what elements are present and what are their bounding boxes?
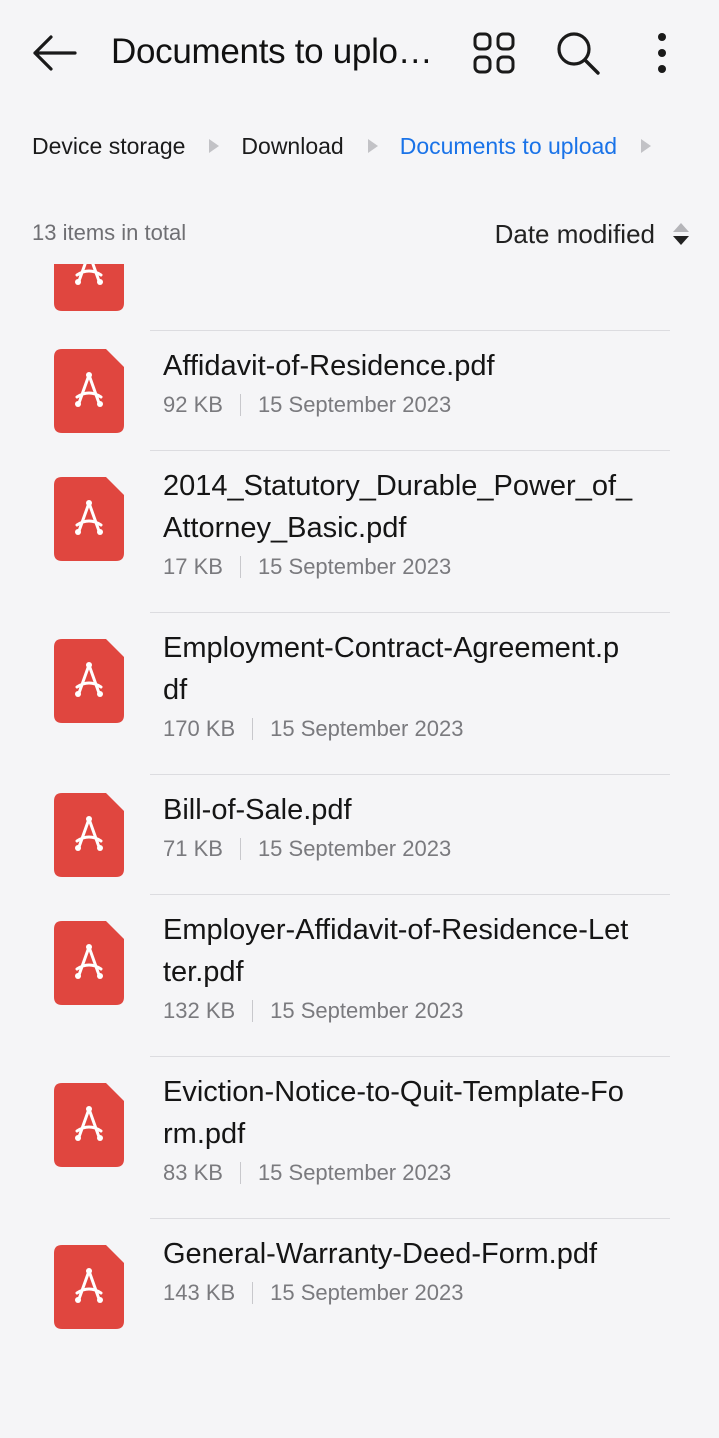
list-item[interactable]: Eviction-Notice-to-Quit-Template-Form.pd… [0,1057,719,1219]
file-size: 92 KB [163,392,223,417]
pdf-file-icon [54,1083,124,1167]
grid-view-icon [473,32,515,74]
page-title: Documents to uplo… [111,32,433,71]
file-name: 2014_Statutory_Durable_Power_of_Attorney… [163,470,633,544]
file-text: Employer-Affidavit-of-Residence-Letter.p… [163,909,633,1027]
file-date: 15 September 2023 [270,998,464,1023]
search-button[interactable] [553,28,603,78]
meta-separator [252,1000,254,1022]
list-item[interactable]: Affidavit-of-Residence.pdf 92 KB 15 Septem… [0,331,719,451]
file-size: 132 KB [163,998,236,1023]
file-meta: 71 KB 15 September 2023 [163,833,633,865]
back-button[interactable] [26,28,82,78]
back-arrow-icon [33,35,77,71]
file-name: Employment-Contract-Agreement.pdf [163,632,620,706]
file-text: Bill-of-Sale.pdf 71 KB 15 September 2023 [163,789,633,865]
more-vert-icon [658,33,666,73]
file-size: 17 KB [163,554,223,579]
breadcrumb-item-current[interactable]: Documents to upload [400,133,617,160]
search-icon [557,32,600,75]
breadcrumb-separator-icon [367,139,378,153]
file-name: Affidavit-of-Residence.pdf [163,350,495,382]
pdf-file-icon [54,349,124,433]
sort-order-icon [673,223,689,245]
file-size: 170 KB [163,716,236,741]
file-text: Affidavit-of-Residence.pdf 92 KB 15 Septem… [163,345,633,421]
list-item[interactable]: Bill-of-Sale.pdf 71 KB 15 September 2023 [0,775,719,895]
file-name: Eviction-Notice-to-Quit-Template-Form.pd… [163,1076,624,1150]
list-item[interactable]: General-Warranty-Deed-Form.pdf 143 KB 15 S… [0,1219,719,1381]
file-name: Employer-Affidavit-of-Residence-Letter.p… [163,914,629,988]
breadcrumb-separator-icon [641,139,652,153]
file-meta: 83 KB 15 September 2023 [163,1157,633,1189]
pdf-file-icon [54,1245,124,1329]
file-date: 15 September 2023 [270,1280,464,1305]
breadcrumb: Device storage Download Documents to upl… [32,128,673,164]
file-text: 2014_Statutory_Durable_Power_of_Attorney… [163,465,633,583]
top-app-bar: Documents to uplo… [0,0,719,106]
breadcrumb-item-device-storage[interactable]: Device storage [32,133,185,160]
file-text: Eviction-Notice-to-Quit-Template-Form.pd… [163,1071,633,1189]
pdf-file-icon [54,264,124,311]
file-date: 15 September 2023 [257,392,452,417]
sort-button[interactable]: Date modified [495,216,689,252]
list-item[interactable]: Employment-Contract-Agreement.pdf 170 KB 1… [0,613,719,775]
file-date: 15 September 2023 [270,716,464,741]
pdf-file-icon [54,639,124,723]
file-size: 71 KB [163,836,223,861]
list-item[interactable]: 2.1 MB17 November 2023 [0,264,719,331]
file-text: Employment-Contract-Agreement.pdf 170 KB 1… [163,627,633,745]
file-size: 143 KB [163,1280,236,1305]
meta-separator [239,394,241,416]
list-item[interactable]: 2014_Statutory_Durable_Power_of_Attorney… [0,451,719,613]
grid-view-button[interactable] [469,28,519,78]
pdf-file-icon [54,793,124,877]
list-item[interactable]: Employer-Affidavit-of-Residence-Letter.p… [0,895,719,1057]
breadcrumb-item-download[interactable]: Download [241,133,343,160]
list-summary-bar: 13 items in total Date modified [0,212,719,256]
file-date: 15 September 2023 [257,1160,452,1185]
sort-label: Date modified [494,218,655,249]
pdf-file-icon [54,477,124,561]
breadcrumb-separator-icon [209,139,220,153]
meta-separator [252,1282,254,1304]
meta-separator [239,556,241,578]
item-count: 13 items in total [32,220,187,245]
file-meta: 143 KB 15 September 2023 [163,1277,633,1309]
file-name: General-Warranty-Deed-Form.pdf [163,1238,598,1270]
meta-separator [239,838,241,860]
file-meta: 17 KB 15 September 2023 [163,551,633,583]
more-options-button[interactable] [637,28,687,78]
file-text: General-Warranty-Deed-Form.pdf 143 KB 15 S… [163,1233,633,1309]
file-list[interactable]: 2.1 MB17 November 2023 Affidavit-of-Resid… [0,264,719,1384]
file-manager-screen: Documents to uplo… Device storage Downlo… [0,0,719,1438]
pdf-file-icon [54,921,124,1005]
file-name: Bill-of-Sale.pdf [163,794,352,826]
meta-separator [239,1162,241,1184]
file-date: 15 September 2023 [257,836,452,861]
file-date: 15 September 2023 [257,554,452,579]
file-meta: 92 KB 15 September 2023 [163,389,633,421]
meta-separator [252,718,254,740]
file-meta: 170 KB 15 September 2023 [163,713,633,745]
file-meta: 132 KB 15 September 2023 [163,995,633,1027]
file-size: 83 KB [163,1160,223,1185]
